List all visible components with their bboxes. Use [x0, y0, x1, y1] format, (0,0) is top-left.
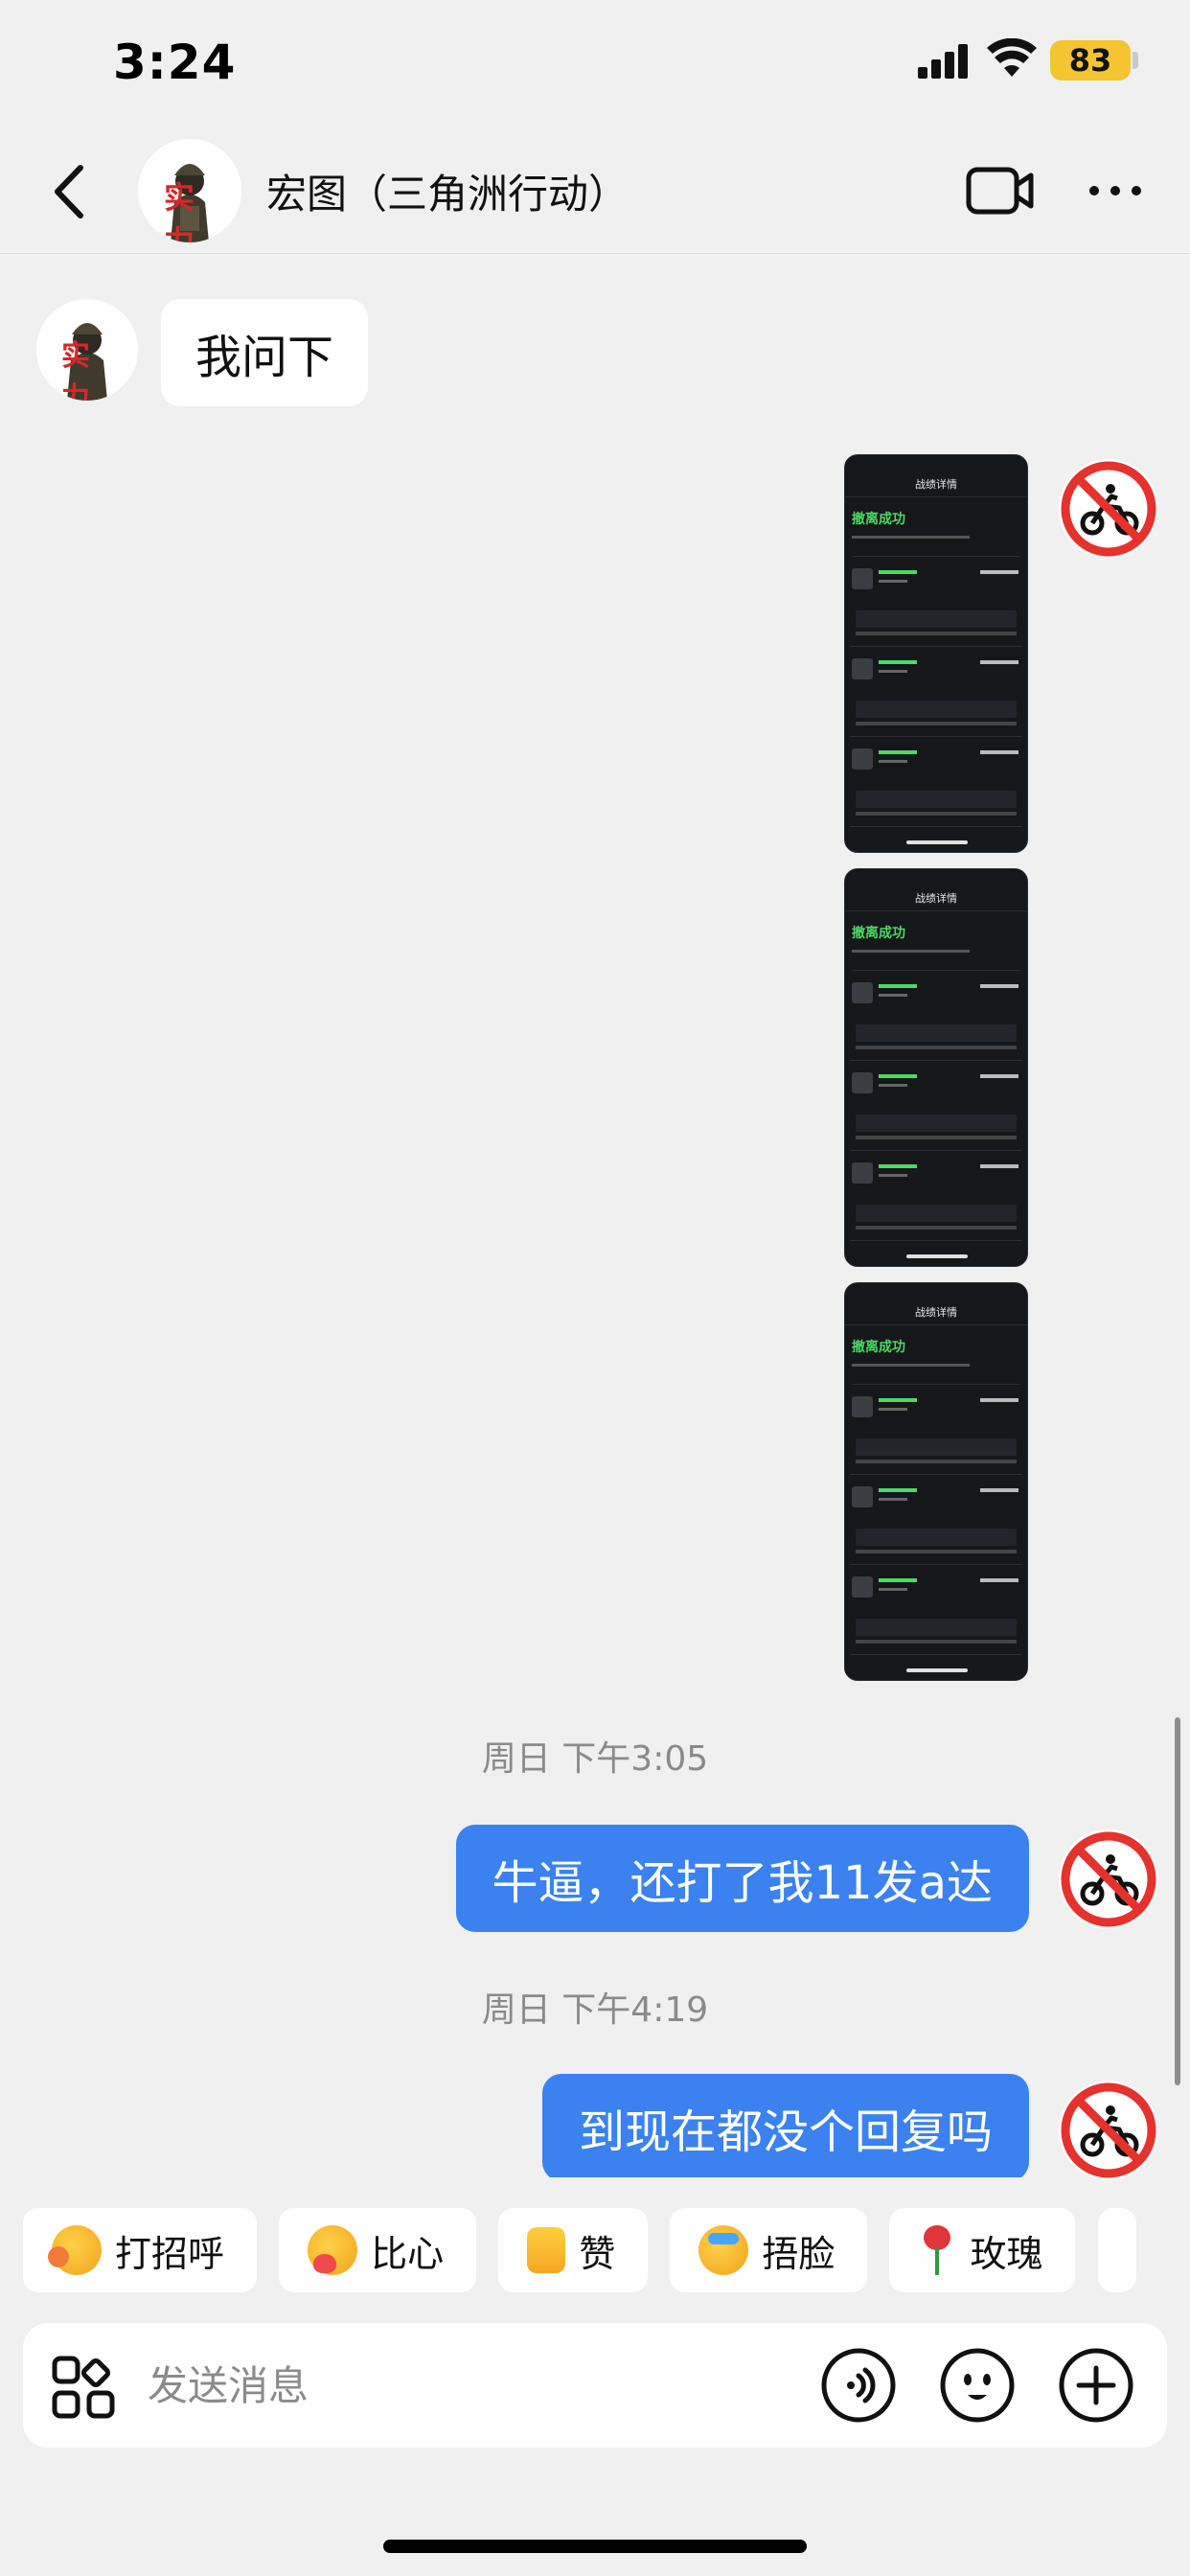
- thumb-result: 撤离成功: [852, 1340, 905, 1355]
- back-button[interactable]: [44, 160, 92, 223]
- image-message-3[interactable]: 战绩详情 撤离成功: [844, 1282, 1028, 1681]
- thumb-status: [845, 455, 1027, 474]
- thumb-player-card: [850, 1067, 1022, 1151]
- thumb-subinfo: [852, 536, 1020, 557]
- message-input[interactable]: [148, 2352, 818, 2419]
- own-avatar[interactable]: [1058, 458, 1159, 560]
- apps-grid-icon[interactable]: [52, 2356, 115, 2419]
- home-indicator[interactable]: [383, 2540, 807, 2553]
- quick-reply-chip-partial[interactable]: [1097, 2208, 1136, 2292]
- chevron-left-icon: [55, 165, 83, 218]
- thumb-player-card: [850, 1481, 1022, 1565]
- quick-reply-label: 打招呼: [115, 2232, 225, 2275]
- quick-reply-chip[interactable]: 赞: [498, 2208, 649, 2292]
- wave-emoji-icon: [48, 2225, 102, 2275]
- video-call-icon[interactable]: [966, 164, 1035, 218]
- avatar-text: 实力: [163, 179, 216, 242]
- thumb-nav-title: 战绩详情: [845, 1302, 1027, 1325]
- message-timestamp: 周日 下午4:19: [481, 1990, 709, 2030]
- status-bar: 3:24 83: [0, 0, 1190, 129]
- thumb-nav-title: 战绩详情: [845, 888, 1027, 911]
- thumb-nav-title: 战绩详情: [845, 474, 1027, 497]
- clipped-message-area: 到现在都没个回复吗: [0, 2070, 1190, 2177]
- thumb-player-card: [850, 1571, 1022, 1655]
- thumbs-up-icon: [527, 2227, 566, 2273]
- emoji-picker-icon[interactable]: [939, 2347, 1016, 2424]
- quick-reply-chip[interactable]: 打招呼: [23, 2208, 258, 2292]
- cellular-signal-icon: [918, 44, 972, 79]
- heart-hands-emoji-icon: [308, 2225, 358, 2275]
- thumb-status: [845, 1283, 1027, 1302]
- no-motorcycle-icon: [1059, 2081, 1158, 2180]
- no-motorcycle-icon: [1059, 1829, 1158, 1929]
- chat-header: 实力 宏图（三角洲行动）: [0, 129, 1190, 254]
- thumb-home-indicator: [906, 840, 968, 844]
- image-message-1[interactable]: 战绩详情 撤离成功: [844, 454, 1028, 853]
- avatar-text: 实力: [61, 339, 113, 401]
- own-avatar[interactable]: [1058, 2080, 1159, 2181]
- quick-reply-chip[interactable]: 捂脸: [670, 2208, 868, 2292]
- quick-reply-label: 赞: [579, 2232, 616, 2275]
- incoming-message[interactable]: 我问下: [161, 299, 369, 406]
- chat-title[interactable]: 宏图（三角洲行动）: [266, 162, 629, 220]
- thumb-subinfo: [852, 1364, 1020, 1385]
- outgoing-message[interactable]: 到现在都没个回复吗: [541, 2074, 1029, 2177]
- contact-avatar[interactable]: 实力: [138, 139, 241, 242]
- scroll-indicator[interactable]: [1175, 1717, 1180, 2085]
- own-avatar[interactable]: [1058, 1828, 1159, 1930]
- thumb-player-card: [850, 1157, 1022, 1241]
- more-options-icon[interactable]: [1087, 179, 1144, 202]
- no-motorcycle-icon: [1059, 459, 1158, 559]
- add-attachment-icon[interactable]: [1058, 2347, 1134, 2424]
- outgoing-message[interactable]: 牛逼，还打了我11发a达: [455, 1825, 1029, 1932]
- battery-nub: [1133, 52, 1138, 69]
- thumb-home-indicator: [906, 1668, 968, 1672]
- facepalm-emoji-icon: [698, 2225, 749, 2275]
- battery-level: 83: [1050, 40, 1131, 80]
- image-message-2[interactable]: 战绩详情 撤离成功: [844, 868, 1028, 1267]
- quick-reply-label: 捂脸: [762, 2232, 835, 2275]
- quick-reply-bar: 打招呼 比心 赞 捂脸 玫瑰: [23, 2208, 1190, 2292]
- rose-icon: [918, 2225, 956, 2275]
- message-input-bar: [23, 2323, 1167, 2448]
- message-timestamp: 周日 下午3:05: [481, 1739, 709, 1779]
- thumb-result: 撤离成功: [852, 926, 905, 941]
- quick-reply-chip[interactable]: 玫瑰: [889, 2208, 1076, 2292]
- thumb-player-card: [850, 653, 1022, 737]
- wifi-icon: [987, 38, 1037, 77]
- thumb-result: 撤离成功: [852, 512, 905, 527]
- thumb-player-card: [850, 743, 1022, 827]
- thumb-home-indicator: [906, 1254, 968, 1258]
- quick-reply-label: 比心: [371, 2232, 445, 2275]
- thumb-player-card: [850, 977, 1022, 1061]
- thumb-subinfo: [852, 950, 1020, 971]
- voice-input-icon[interactable]: [820, 2347, 897, 2424]
- thumb-player-card: [850, 563, 1022, 647]
- contact-avatar-small[interactable]: 实力: [36, 299, 138, 401]
- thumb-status: [845, 869, 1027, 888]
- thumb-player-card: [850, 1391, 1022, 1475]
- quick-reply-chip[interactable]: 比心: [279, 2208, 477, 2292]
- quick-reply-label: 玫瑰: [970, 2232, 1043, 2275]
- status-time: 3:24: [113, 34, 237, 90]
